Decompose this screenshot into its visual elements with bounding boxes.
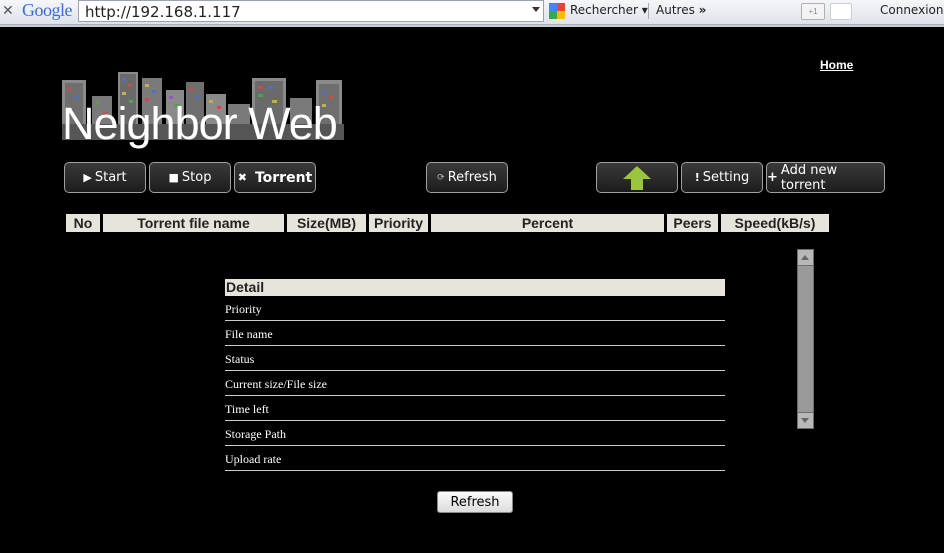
setting-label: Setting (702, 170, 750, 185)
torrent-table-header: No Torrent file name Size(MB) Priority P… (66, 214, 832, 232)
browser-toolbar: ✕ Google http://192.168.1.117 Rechercher… (0, 0, 944, 25)
scroll-up-arrow-icon[interactable] (798, 250, 813, 266)
plusone-button[interactable]: +1 (801, 3, 825, 20)
arrow-up-icon (623, 165, 651, 190)
toolbar-border (0, 25, 944, 27)
search-label: Rechercher (570, 3, 638, 17)
double-chevron-right-icon: » (698, 3, 707, 17)
logo-text: Neighbor Web (62, 98, 338, 149)
toolbar-box[interactable] (830, 3, 852, 20)
add-torrent-label: Add new torrent (780, 162, 838, 193)
toolbar-divider (648, 3, 649, 19)
chevron-down-icon[interactable] (532, 7, 540, 12)
scroll-down-arrow-icon[interactable] (798, 412, 813, 428)
scrollbar[interactable] (797, 249, 814, 429)
upload-button[interactable] (596, 162, 678, 193)
other-label: Autres (656, 3, 695, 17)
connect-link[interactable]: Connexion (880, 3, 944, 17)
torrent-label: Torrent (254, 169, 313, 186)
home-link[interactable]: Home (820, 58, 853, 72)
detail-row-upload-rate: Upload rate (225, 446, 725, 471)
plus-icon: + (767, 170, 778, 185)
stop-label: Stop (181, 170, 212, 185)
column-header-no[interactable]: No (66, 214, 100, 232)
detail-row-status: Status (225, 346, 725, 371)
exclamation-icon: ! (694, 171, 700, 184)
column-header-speed[interactable]: Speed(kB/s) (721, 214, 829, 232)
column-header-size[interactable]: Size(MB) (287, 214, 366, 232)
refresh-icon: ⟳ (437, 172, 445, 183)
other-button[interactable]: Autres » (656, 3, 706, 17)
close-icon[interactable]: ✕ (2, 2, 14, 19)
add-torrent-button[interactable]: + Add new torrent (766, 162, 885, 193)
detail-panel: Detail Priority File name Status Current… (225, 279, 725, 471)
detail-refresh-button[interactable]: Refresh (437, 491, 513, 513)
column-header-peers[interactable]: Peers (667, 214, 718, 232)
logo: Neighbor Web (62, 68, 344, 149)
google-g-icon (549, 3, 565, 19)
start-label: Start (94, 170, 127, 185)
stop-icon: ■ (168, 171, 179, 184)
start-button[interactable]: ▶ Start (64, 162, 146, 193)
column-header-name[interactable]: Torrent file name (103, 214, 284, 232)
detail-row-size: Current size/File size (225, 371, 725, 396)
setting-button[interactable]: ! Setting (681, 162, 763, 193)
refresh-label: Refresh (447, 170, 497, 185)
close-icon: ✖ (237, 171, 247, 184)
refresh-button[interactable]: ⟳ Refresh (426, 162, 508, 193)
column-header-percent[interactable]: Percent (431, 214, 664, 232)
play-icon: ▶ (83, 171, 92, 184)
detail-title: Detail (225, 279, 725, 296)
detail-row-file-name: File name (225, 321, 725, 346)
detail-row-priority: Priority (225, 296, 725, 321)
detail-row-storage-path: Storage Path (225, 421, 725, 446)
torrent-button[interactable]: ✖ Torrent (234, 162, 316, 193)
google-logo: Google (22, 0, 73, 20)
column-header-priority[interactable]: Priority (369, 214, 428, 232)
address-bar-text: http://192.168.1.117 (85, 3, 241, 21)
chevron-down-icon: ▾ (641, 3, 648, 17)
detail-row-time-left: Time left (225, 396, 725, 421)
address-bar[interactable]: http://192.168.1.117 (78, 0, 544, 22)
search-button[interactable]: Rechercher ▾ (570, 3, 648, 17)
stop-button[interactable]: ■ Stop (149, 162, 231, 193)
